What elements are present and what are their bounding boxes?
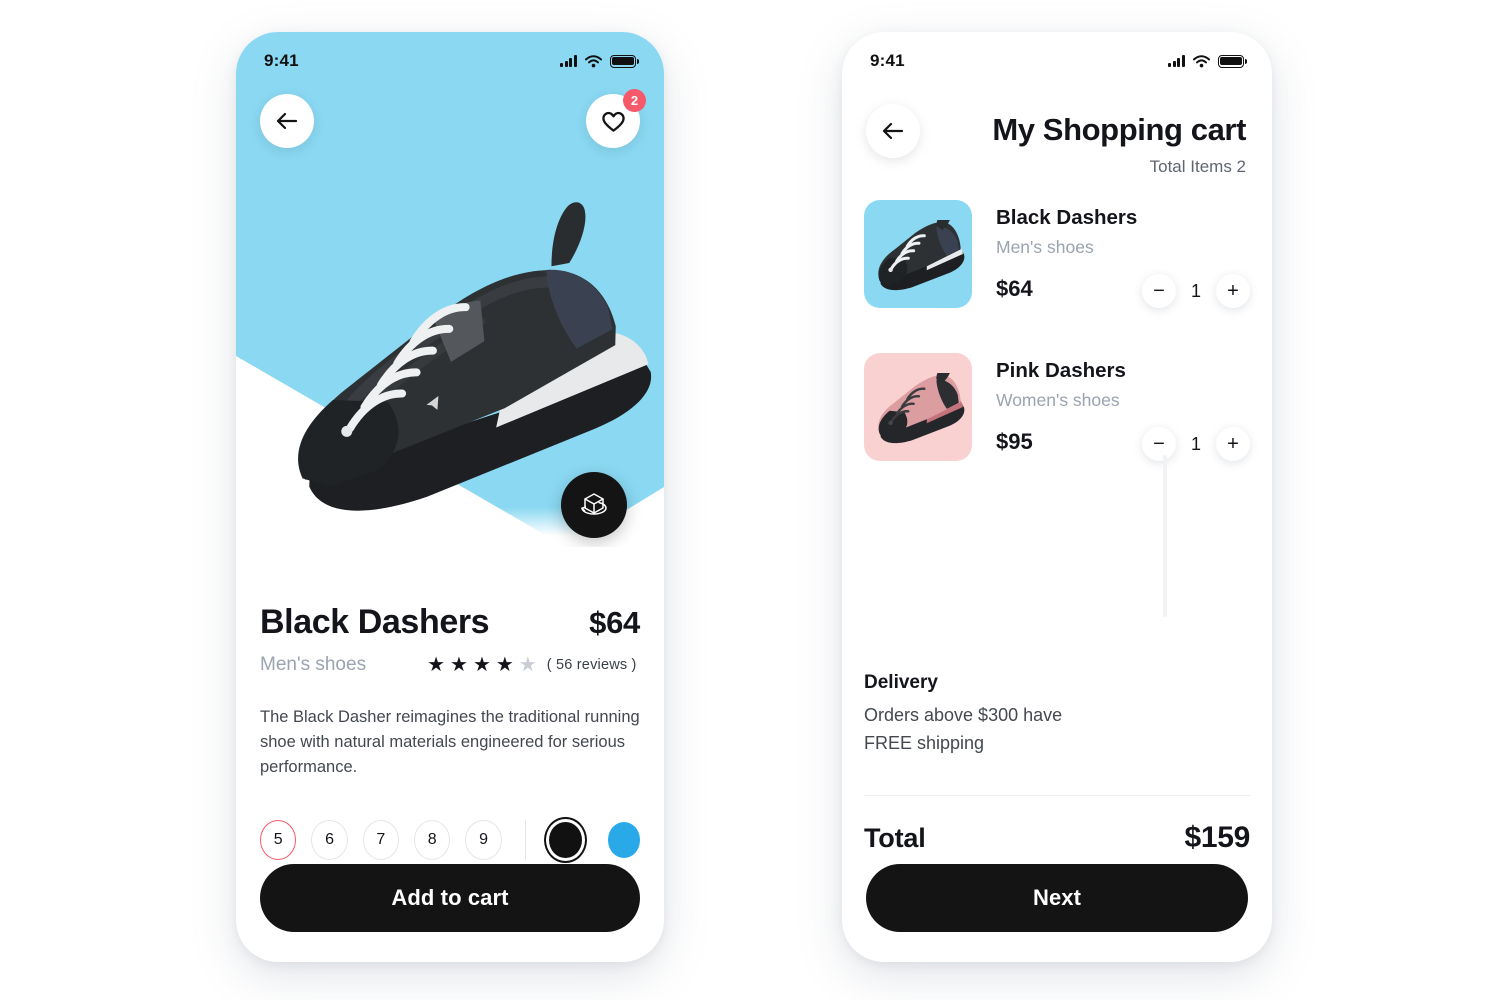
3d-cube-icon: [581, 493, 607, 515]
product-category: Men's shoes: [260, 654, 367, 675]
back-button[interactable]: [260, 94, 314, 148]
decrement-button[interactable]: −: [1142, 274, 1176, 308]
status-icons: [1168, 54, 1248, 68]
product-rating: ★ ★ ★ ★ ★ ( 56 reviews ): [427, 655, 637, 675]
options-divider: [524, 820, 526, 861]
quantity-stepper: − 1 +: [1142, 427, 1250, 461]
arrow-left-icon: [276, 112, 298, 130]
size-option-7[interactable]: 7: [362, 820, 400, 861]
section-divider: [864, 794, 1250, 796]
product-hero: 2: [236, 32, 664, 547]
cart-item-details: Pink Dashers Women's shoes $95 − 1 +: [996, 353, 1250, 461]
product-price: $64: [589, 605, 640, 640]
star-rating: ★ ★ ★ ★ ★: [427, 655, 537, 675]
next-button[interactable]: Next: [866, 864, 1248, 932]
status-bar-left: 9:41: [236, 32, 664, 90]
total-items-label: Total Items 2: [1149, 157, 1246, 176]
cart-item[interactable]: Pink Dashers Women's shoes $95 − 1 +: [864, 353, 1250, 477]
star-icon: ★: [472, 654, 491, 676]
cart-header: My Shopping cart Total Items 2: [842, 112, 1246, 177]
cart-item-name: Pink Dashers: [996, 359, 1126, 382]
size-option-6[interactable]: 6: [311, 820, 348, 861]
cart-item-price: $95: [996, 429, 1033, 454]
black-swatch[interactable]: [548, 822, 582, 859]
status-icons: [560, 54, 640, 68]
cellular-signal-icon: [560, 55, 577, 67]
cart-items-list: Black Dashers Men's shoes $64 − 1 + Pink…: [864, 200, 1250, 506]
status-time: 9:41: [870, 51, 905, 70]
cellular-signal-icon: [1168, 55, 1185, 67]
total-value: $159: [1184, 820, 1250, 854]
battery-icon: [610, 54, 640, 68]
size-option-9[interactable]: 9: [465, 820, 502, 861]
cart-item-price: $64: [996, 276, 1033, 301]
add-to-cart-button[interactable]: Add to cart: [260, 864, 640, 932]
shopping-cart-phone: 9:41 My Shopping cart Total Items 2 Blac…: [842, 32, 1272, 962]
cart-item-thumbnail: [864, 353, 972, 461]
total-label: Total: [864, 822, 926, 853]
favorite-count-badge: 2: [623, 89, 646, 112]
status-time: 9:41: [264, 51, 299, 70]
screenshot-canvas: 2 9:41 Black Dashers $64 Men's shoes ★ ★…: [0, 0, 1500, 1000]
size-option-8[interactable]: 8: [414, 820, 451, 861]
product-description: The Black Dasher reimagines the traditio…: [260, 708, 640, 777]
cart-item-details: Black Dashers Men's shoes $64 − 1 +: [996, 200, 1250, 308]
star-icon: ★: [495, 654, 514, 676]
quantity-value: 1: [1190, 280, 1201, 301]
product-detail-phone: 2 9:41 Black Dashers $64 Men's shoes ★ ★…: [236, 32, 664, 962]
cart-item-category: Women's shoes: [996, 390, 1120, 410]
battery-icon: [1218, 54, 1248, 68]
page-title: My Shopping cart: [992, 112, 1246, 147]
wifi-icon: [585, 54, 602, 68]
star-icon-empty: ★: [518, 654, 537, 676]
product-title-row: Black Dashers $64: [260, 603, 640, 642]
star-icon: ★: [450, 654, 468, 676]
delivery-line-1: Orders above $300 have: [864, 705, 1063, 725]
product-options: 5 6 7 8 9: [260, 820, 641, 861]
black-shoe-thumb-image: [878, 220, 965, 291]
cart-item-category: Men's shoes: [996, 237, 1094, 257]
cart-item-thumbnail: [864, 200, 972, 308]
product-info: Black Dashers $64 Men's shoes ★ ★ ★ ★ ★ …: [236, 547, 664, 861]
cart-scrollbar[interactable]: [1163, 455, 1167, 617]
delivery-title: Delivery: [864, 672, 938, 693]
status-bar-right: 9:41: [842, 32, 1272, 90]
quantity-stepper: − 1 +: [1142, 274, 1250, 308]
delivery-section: Delivery Orders above $300 have FREE shi…: [864, 672, 1250, 855]
blue-swatch[interactable]: [607, 822, 641, 859]
review-count: ( 56 reviews ): [546, 657, 637, 673]
decrement-button[interactable]: −: [1142, 427, 1176, 461]
quantity-value: 1: [1190, 433, 1201, 454]
total-row: Total $159: [864, 821, 1250, 855]
increment-button[interactable]: +: [1216, 274, 1250, 308]
increment-button[interactable]: +: [1216, 427, 1250, 461]
favorite-button[interactable]: 2: [586, 89, 646, 148]
product-subtitle-row: Men's shoes ★ ★ ★ ★ ★ ( 56 reviews ): [260, 654, 640, 676]
cart-item-name: Black Dashers: [996, 206, 1138, 229]
delivery-line-2: FREE shipping: [864, 733, 985, 754]
product-title: Black Dashers: [260, 603, 490, 641]
cart-item[interactable]: Black Dashers Men's shoes $64 − 1 +: [864, 200, 1250, 324]
size-option-5[interactable]: 5: [260, 820, 297, 861]
star-icon: ★: [427, 654, 446, 676]
heart-icon: [601, 111, 625, 132]
pink-shoe-thumb-image: [878, 373, 965, 444]
view-in-3d-button[interactable]: [561, 472, 627, 538]
wifi-icon: [1193, 54, 1210, 68]
